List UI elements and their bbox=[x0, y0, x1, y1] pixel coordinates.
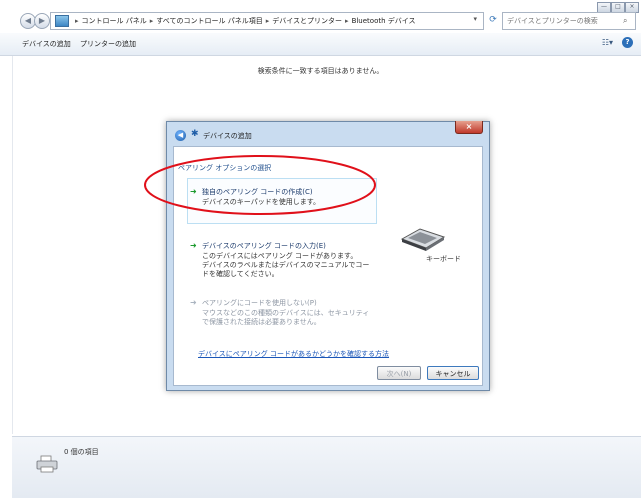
gray-arrow-icon: ➜ bbox=[190, 298, 197, 307]
next-button[interactable]: 次へ(N) bbox=[377, 366, 421, 380]
dialog-footer: 次へ(N) キャンセル bbox=[173, 366, 481, 386]
option-description: デバイスのラベルまたはデバイスのマニュアルでコー bbox=[202, 261, 370, 269]
add-device-button[interactable]: デバイスの追加 bbox=[22, 39, 71, 49]
forward-button[interactable]: ▶ bbox=[34, 13, 50, 29]
search-icon[interactable]: ⌕ bbox=[623, 16, 627, 26]
breadcrumb-separator: ▸ bbox=[75, 17, 79, 25]
address-bar[interactable]: ▸ コントロール パネル ▸ すべてのコントロール パネル項目 ▸ デバイスとプ… bbox=[50, 12, 484, 30]
option-title[interactable]: デバイスのペアリング コードの入力(E) bbox=[202, 241, 326, 251]
option-description: マウスなどのこの種類のデバイスには、セキュリティ bbox=[202, 309, 370, 317]
device-label: キーボード bbox=[426, 255, 461, 263]
bluetooth-icon: ✱ bbox=[191, 129, 199, 139]
chevron-down-icon[interactable]: ▾ bbox=[473, 15, 477, 23]
status-bar: 0 個の項目 bbox=[12, 436, 641, 498]
section-heading: ペアリング オプションの選択 bbox=[178, 164, 272, 172]
search-input[interactable] bbox=[503, 17, 623, 25]
empty-message: 検索条件に一致する項目はありません。 bbox=[257, 67, 384, 75]
option-title[interactable]: ペアリングにコードを使用しない(P) bbox=[202, 298, 317, 308]
address-row: ◀ ▶ ▸ コントロール パネル ▸ すべてのコントロール パネル項目 ▸ デバ… bbox=[0, 11, 641, 31]
option-description: ドを確認してください。 bbox=[202, 270, 279, 278]
keyboard-icon bbox=[400, 228, 446, 251]
cancel-button[interactable]: キャンセル bbox=[427, 366, 479, 380]
dialog-close-button[interactable]: × bbox=[455, 121, 483, 134]
dialog-title: デバイスの追加 bbox=[203, 132, 252, 140]
green-arrow-icon: ➜ bbox=[190, 241, 197, 250]
view-options-icon[interactable]: ☷▾ bbox=[602, 38, 613, 47]
option-title[interactable]: 独自のペアリング コードの作成(C) bbox=[202, 187, 313, 197]
green-arrow-icon: ➜ bbox=[190, 187, 197, 196]
option-description: で保護された接続は必要ありません。 bbox=[202, 318, 321, 326]
dialog-body: ペアリング オプションの選択 ➜ 独自のペアリング コードの作成(C) デバイス… bbox=[173, 146, 483, 386]
option-description: デバイスのキーパッドを使用します。 bbox=[202, 198, 321, 206]
printer-icon bbox=[36, 455, 58, 473]
add-device-dialog: × ◀ ✱ デバイスの追加 ペアリング オプションの選択 ➜ 独自のペアリング … bbox=[166, 121, 490, 391]
refresh-icon[interactable]: ⟳ bbox=[486, 13, 500, 27]
breadcrumb-separator: ▸ bbox=[345, 17, 349, 25]
breadcrumb-control-panel[interactable]: コントロール パネル bbox=[82, 16, 147, 26]
back-arrow-icon[interactable]: ◀ bbox=[175, 130, 186, 141]
option-description: このデバイスにはペアリング コードがあります。 bbox=[202, 252, 358, 260]
breadcrumb-devices-printers[interactable]: デバイスとプリンター bbox=[272, 16, 342, 26]
control-panel-icon bbox=[55, 15, 69, 27]
breadcrumb-separator: ▸ bbox=[149, 17, 154, 25]
help-icon[interactable]: ? bbox=[622, 37, 633, 48]
breadcrumb-separator: ▸ bbox=[265, 17, 270, 25]
command-bar: デバイスの追加 プリンターの追加 ☷▾ ? bbox=[0, 33, 641, 56]
pairing-help-link[interactable]: デバイスにペアリング コードがあるかどうかを確認する方法 bbox=[198, 349, 389, 359]
breadcrumb-bluetooth[interactable]: Bluetooth デバイス bbox=[352, 16, 416, 26]
breadcrumb-all-items[interactable]: すべてのコントロール パネル項目 bbox=[156, 16, 262, 26]
add-printer-button[interactable]: プリンターの追加 bbox=[80, 39, 136, 49]
search-box: ⌕ bbox=[502, 12, 636, 30]
item-count: 0 個の項目 bbox=[64, 448, 99, 456]
